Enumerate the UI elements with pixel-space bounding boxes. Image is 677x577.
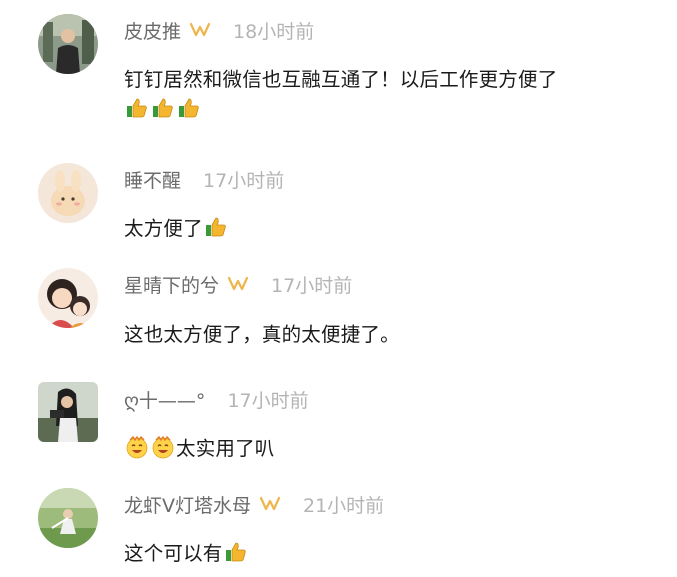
comment-text: 太实用了叭 [176,437,275,460]
avatar[interactable] [38,163,98,223]
comment-text-row: 太实用了叭 [124,432,275,461]
verified-badge-icon [227,276,249,292]
avatar[interactable] [38,14,98,74]
timestamp: 17小时前 [203,169,285,192]
avatar-image [38,488,98,548]
avatar-image [38,382,98,442]
username[interactable]: 睡不醒 [124,166,181,193]
username[interactable]: 龙虾V灯塔水母 [124,491,251,518]
comment-text-row: 这也太方便了，真的太便捷了。 [124,318,400,347]
thumbs-up-icon [224,540,248,564]
thumbs-up-icon [204,215,228,239]
username[interactable]: 星晴下的兮 [124,271,219,298]
avatar[interactable] [38,488,98,548]
timestamp: 17小时前 [271,274,353,297]
comment-text-row: 这个可以有 [124,537,249,566]
comment-text: 太方便了 [124,217,203,240]
timestamp: 21小时前 [303,494,385,517]
thumbs-up-icon [151,96,175,120]
avatar[interactable] [38,382,98,442]
username[interactable]: ღ十——° [124,386,205,413]
thumbs-up-icon [125,96,149,120]
comment-text-row: 太方便了 [124,212,229,241]
avatar-image [38,14,98,74]
verified-badge-icon [259,496,281,512]
emoji-row [124,96,202,120]
thumbs-up-icon [177,96,201,120]
avatar[interactable] [38,268,98,328]
comment-text: 这个可以有 [124,542,223,565]
verified-badge-icon [189,22,211,38]
comment-text: 这也太方便了，真的太便捷了。 [124,323,400,346]
timestamp: 17小时前 [227,389,309,412]
smiley-face-icon [151,435,175,459]
smiley-face-icon [125,435,149,459]
avatar-image [38,163,98,223]
timestamp: 18小时前 [233,20,315,43]
avatar-image [38,268,98,328]
comment-text-row: 钉钉居然和微信也互融互通了！以后工作更方便了 [124,63,557,92]
username[interactable]: 皮皮推 [124,17,181,44]
comment-text: 钉钉居然和微信也互融互通了！以后工作更方便了 [124,68,558,91]
